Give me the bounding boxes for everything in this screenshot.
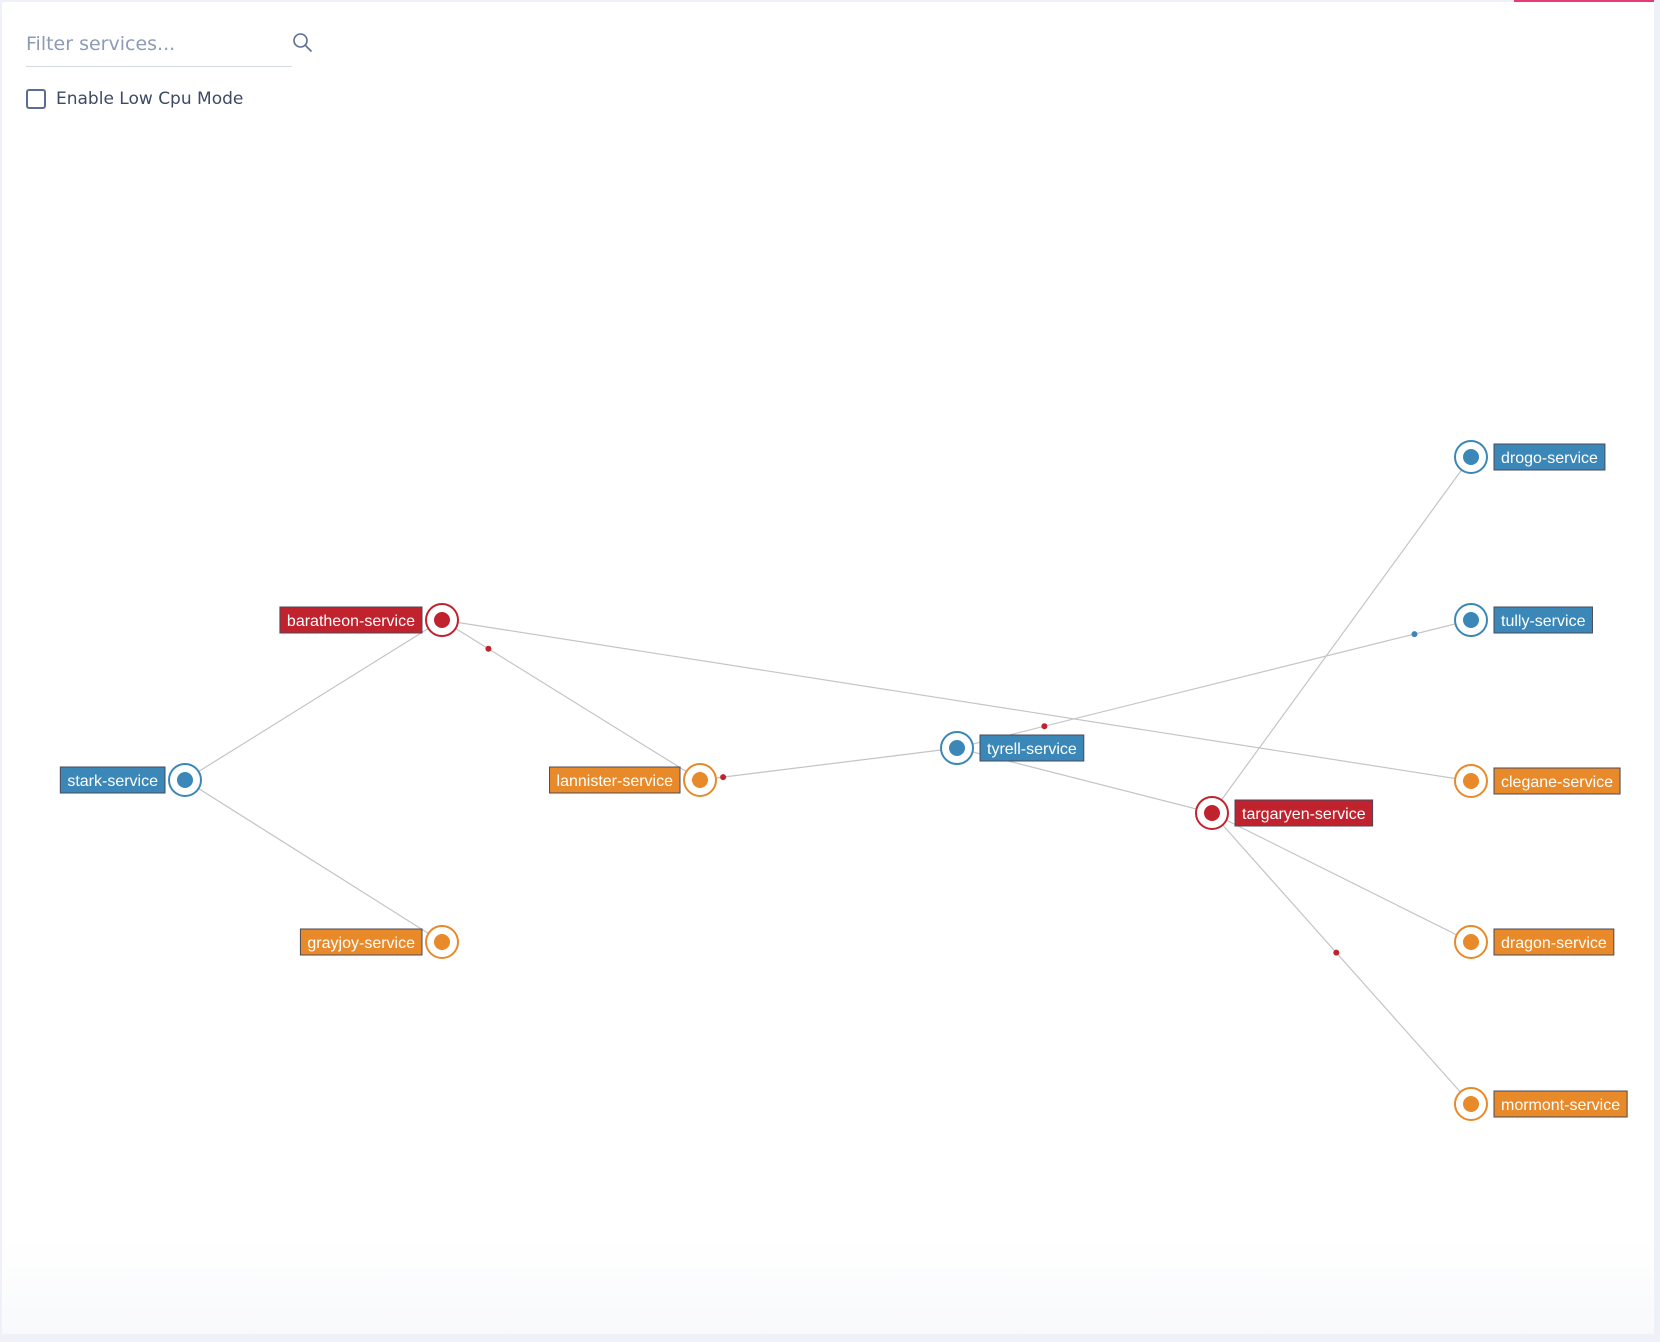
node-baratheon[interactable]: baratheon-service <box>279 603 459 637</box>
node-label: dragon-service <box>1501 935 1607 952</box>
node-grayjoy[interactable]: grayjoy-service <box>299 925 459 959</box>
node-status-icon <box>434 612 450 628</box>
node-lannister[interactable]: lannister-service <box>549 763 717 797</box>
node-status-icon <box>1463 934 1479 950</box>
node-dragon[interactable]: dragon-service <box>1454 925 1615 959</box>
edge-stark-grayjoy <box>184 779 443 943</box>
node-label: grayjoy-service <box>307 935 415 952</box>
edge-targaryen-drogo <box>1211 456 1472 814</box>
node-label: targaryen-service <box>1242 806 1366 823</box>
node-targaryen[interactable]: targaryen-service <box>1195 796 1374 830</box>
traffic-dot-lannister-tyrell-0 <box>720 774 727 781</box>
node-clegane[interactable]: clegane-service <box>1454 764 1621 798</box>
node-stark[interactable]: stark-service <box>59 763 202 797</box>
node-status-icon <box>177 772 193 788</box>
traffic-dot-tyrell-tully-1 <box>1411 631 1418 638</box>
node-tyrell[interactable]: tyrell-service <box>940 731 1085 765</box>
node-label: mormont-service <box>1501 1097 1620 1114</box>
node-status-icon <box>434 934 450 950</box>
edge-targaryen-mormont <box>1211 812 1472 1105</box>
node-status-icon <box>1204 805 1220 821</box>
node-status-icon <box>1463 773 1479 789</box>
node-label: lannister-service <box>557 773 674 790</box>
traffic-dot-baratheon-lannister-0 <box>485 645 492 652</box>
node-status-icon <box>1463 449 1479 465</box>
node-label: stark-service <box>67 773 158 790</box>
edge-baratheon-lannister <box>441 619 701 781</box>
node-label: tully-service <box>1501 613 1586 630</box>
edges-layer <box>184 456 1472 1105</box>
traffic-dot-tyrell-tully-0 <box>1041 723 1048 730</box>
edge-targaryen-dragon <box>1211 812 1472 943</box>
node-label: baratheon-service <box>287 613 415 630</box>
edge-tyrell-tully <box>956 619 1472 749</box>
edge-stark-baratheon <box>184 619 443 781</box>
node-label: clegane-service <box>1501 774 1613 791</box>
node-label: tyrell-service <box>987 741 1077 758</box>
node-drogo[interactable]: drogo-service <box>1454 440 1606 474</box>
edge-lannister-tyrell <box>699 747 958 781</box>
service-graph: stark-service baratheon-service grayjoy-se… <box>59 440 1628 1121</box>
node-status-icon <box>949 740 965 756</box>
nodes-layer: stark-service baratheon-service grayjoy-se… <box>59 440 1628 1121</box>
node-status-icon <box>692 772 708 788</box>
node-mormont[interactable]: mormont-service <box>1454 1087 1628 1121</box>
node-status-icon <box>1463 612 1479 628</box>
node-status-icon <box>1463 1096 1479 1112</box>
node-tully[interactable]: tully-service <box>1454 603 1593 637</box>
traffic-dot-targaryen-mormont-0 <box>1333 949 1340 956</box>
node-label: drogo-service <box>1501 450 1598 467</box>
